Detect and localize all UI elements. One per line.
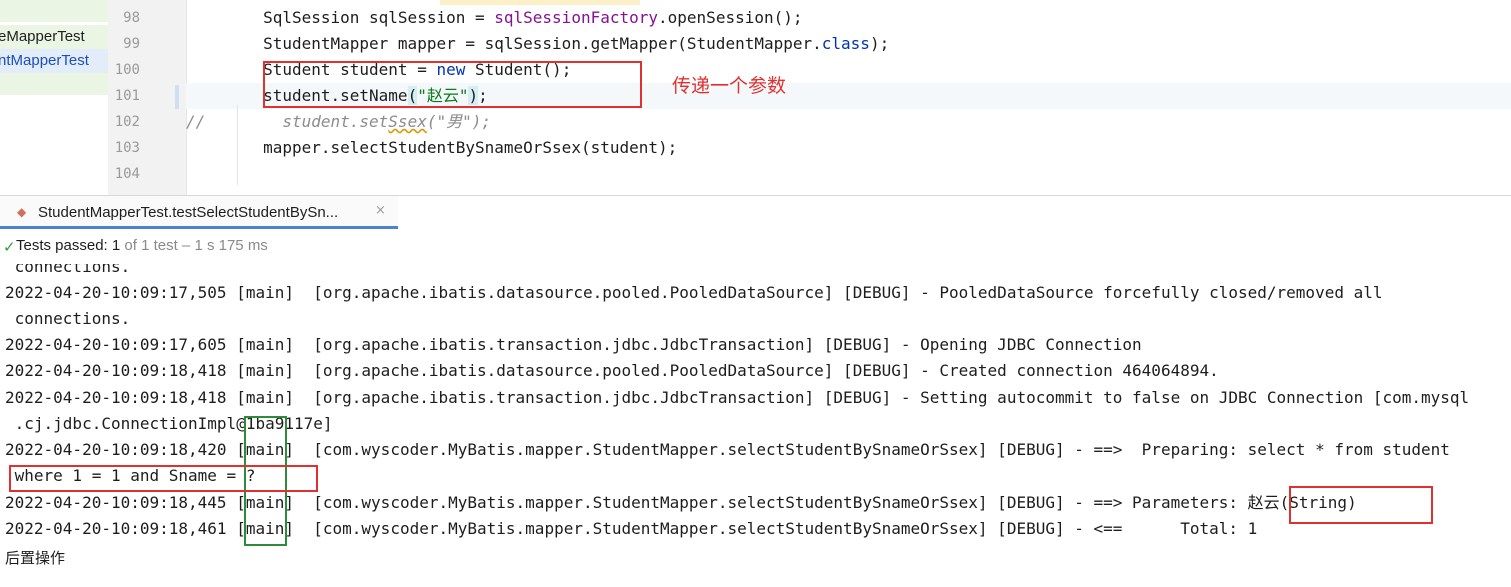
line-number: 99: [123, 36, 140, 52]
console-line: 2022-04-20-10:09:18,445 [main] [com.wysc…: [5, 493, 1357, 512]
project-row-highlight: [0, 73, 108, 95]
change-marker: [175, 85, 179, 109]
line-number: 101: [114, 88, 140, 104]
project-panel: eMapperTest ntMapperTest: [0, 0, 108, 195]
line-number: 104: [114, 166, 140, 182]
code-editor[interactable]: eMapperTest ntMapperTest 98 99 100 101 1…: [0, 0, 1511, 195]
test-status-text: Tests passed: 1 of 1 test – 1 s 175 ms: [16, 237, 268, 254]
console-line: 2022-04-20-10:09:18,420 [main] [com.wysc…: [5, 440, 1450, 459]
code-line-98: SqlSession sqlSession = sqlSessionFactor…: [186, 8, 803, 27]
console-line: 2022-04-20-10:09:18,418 [main] [org.apac…: [5, 388, 1470, 407]
console-line: 2022-04-20-10:09:17,505 [main] [org.apac…: [5, 283, 1383, 302]
console-line-after: 后置操作: [5, 549, 66, 567]
annotation-label: 传递一个参数: [672, 75, 787, 97]
console-line: 2022-04-20-10:09:18,418 [main] [org.apac…: [5, 361, 1219, 380]
run-tab[interactable]: ◆ StudentMapperTest.testSelectStudentByS…: [0, 196, 398, 229]
annotation-box-sql: [9, 465, 318, 492]
console-line: connections.: [5, 309, 131, 328]
code-line-102-comment: // student.setSsex("男");: [186, 112, 491, 131]
annotation-box-code: [263, 61, 642, 108]
project-file-item-selected[interactable]: ntMapperTest: [0, 49, 108, 73]
indent-guide: [237, 105, 238, 185]
annotation-box-params: [1289, 486, 1433, 524]
run-tab-bar: ◆ StudentMapperTest.testSelectStudentByS…: [0, 195, 1511, 230]
run-tab-label: StudentMapperTest.testSelectStudentBySn.…: [38, 204, 339, 221]
line-number: 100: [114, 62, 140, 78]
code-line-99: StudentMapper mapper = sqlSession.getMap…: [186, 34, 890, 53]
console-line: connections.: [5, 264, 131, 276]
console-line: 2022-04-20-10:09:18,461 [main] [com.wysc…: [5, 519, 1258, 538]
test-run-icon: ◆: [17, 205, 27, 219]
code-line-103: mapper.selectStudentBySnameOrSsex(studen…: [186, 138, 678, 157]
project-row-highlight: [0, 0, 108, 22]
line-number: 98: [123, 10, 140, 26]
line-number: 103: [114, 140, 140, 156]
console-output[interactable]: connections. 2022-04-20-10:09:17,505 [ma…: [0, 264, 1511, 587]
line-number: 102: [114, 114, 140, 130]
close-icon[interactable]: ×: [375, 203, 386, 218]
console-line: 2022-04-20-10:09:17,605 [main] [org.apac…: [5, 335, 1142, 354]
project-file-item[interactable]: eMapperTest: [0, 25, 108, 49]
test-status-bar: ✓ Tests passed: 1 of 1 test – 1 s 175 ms: [0, 230, 1511, 265]
check-icon: ✓: [3, 238, 16, 256]
